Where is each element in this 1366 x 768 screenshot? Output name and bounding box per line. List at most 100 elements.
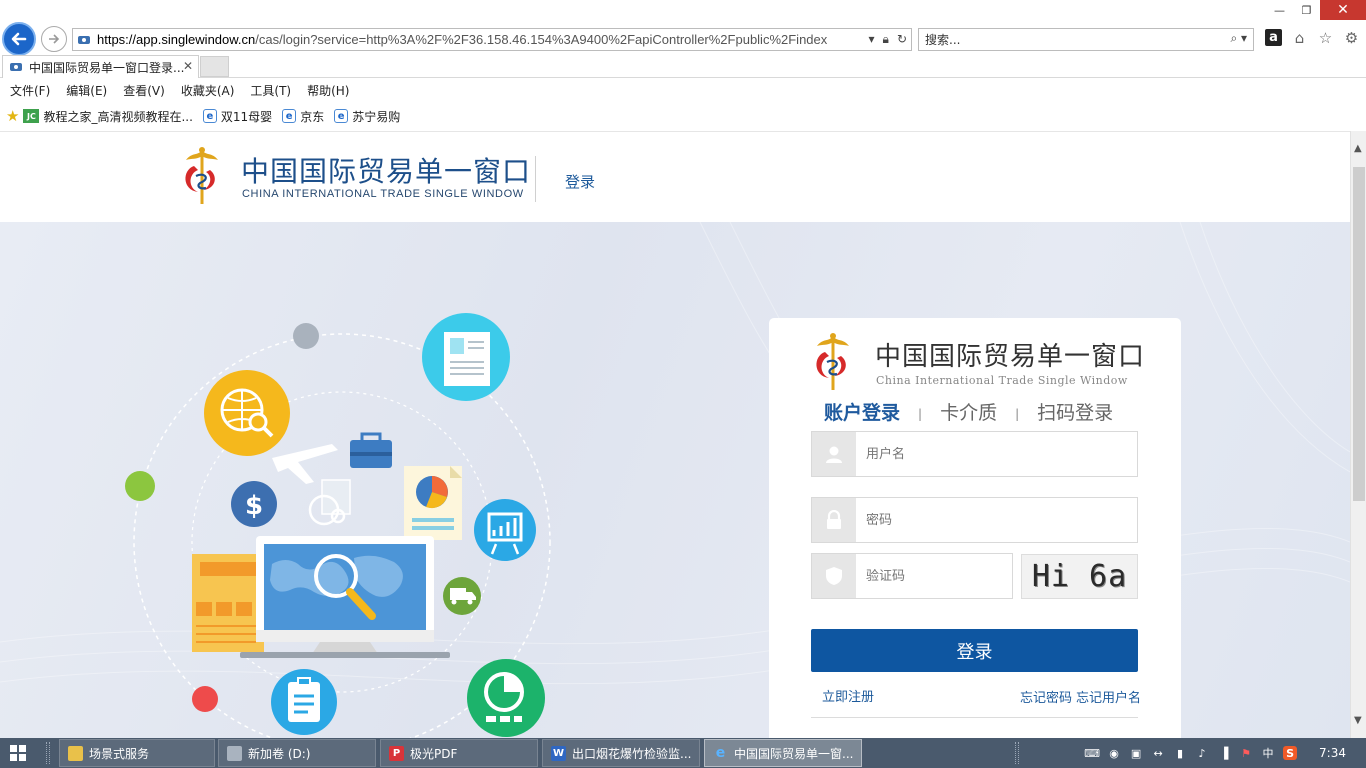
search-placeholder: 搜索... <box>925 33 961 47</box>
tab-qr-login[interactable]: 扫码登录 <box>1037 398 1113 425</box>
taskbar-grip <box>1015 742 1019 764</box>
tab-row: 中国国际贸易单一窗口登录... ✕ <box>0 55 1366 78</box>
captcha-input[interactable] <box>856 568 1006 584</box>
usb-icon[interactable]: ↔ <box>1151 746 1165 760</box>
svg-text:$: $ <box>245 491 263 521</box>
window-controls: — ❐ ✕ <box>1266 0 1366 20</box>
signal-icon[interactable]: ▐ <box>1217 746 1231 760</box>
header-login-link[interactable]: 登录 <box>565 171 595 192</box>
menu-view[interactable]: 查看(V) <box>123 82 165 99</box>
address-tools: ▾ 🔒︎ ↻ <box>869 32 907 47</box>
close-window-button[interactable]: ✕ <box>1320 0 1366 20</box>
keyboard-icon[interactable]: ⌨ <box>1084 746 1100 760</box>
shield-icon <box>812 554 856 598</box>
username-input[interactable] <box>856 446 1116 462</box>
tab-divider: | <box>1015 407 1020 421</box>
tab-account-login[interactable]: 账户登录 <box>824 398 900 425</box>
restore-button[interactable]: ❐ <box>1293 0 1320 20</box>
camera-icon[interactable]: ◉ <box>1107 746 1121 760</box>
menu-file[interactable]: 文件(F) <box>10 82 50 99</box>
favorites-star-icon[interactable]: ☆ <box>1317 29 1334 47</box>
task-word[interactable]: W 出口烟花爆竹检验监... <box>542 739 700 767</box>
arrow-left-icon <box>11 32 27 46</box>
logo-title-cn[interactable]: 中国国际贸易单一窗口 <box>241 150 531 190</box>
password-input[interactable] <box>856 512 1116 528</box>
scroll-up-icon[interactable]: ▲ <box>1354 143 1362 154</box>
scroll-down-icon[interactable]: ▼ <box>1354 715 1362 726</box>
search-box[interactable]: 搜索... ⌕ ▾ <box>918 28 1254 51</box>
home-icon[interactable]: ⌂ <box>1291 29 1308 47</box>
panel-logo-cn: 中国国际贸易单一窗口 <box>875 342 1146 372</box>
settings-gear-icon[interactable]: ⚙ <box>1343 29 1360 47</box>
address-bar[interactable]: https://app.singlewindow.cn/cas/login?se… <box>72 28 912 51</box>
jc-icon: JC <box>23 109 40 123</box>
captcha-field[interactable] <box>811 553 1013 599</box>
tab-close-icon[interactable]: ✕ <box>183 59 193 73</box>
tab-divider: | <box>918 407 923 421</box>
clock[interactable]: 7:34 <box>1319 746 1346 760</box>
menu-edit[interactable]: 编辑(E) <box>66 82 107 99</box>
arrow-right-icon <box>49 34 60 44</box>
menu-favorites[interactable]: 收藏夹(A) <box>181 82 235 99</box>
favorite-item[interactable]: e 苏宁易购 <box>334 108 400 125</box>
trade-illustration: $ <box>125 313 551 738</box>
login-panel: 中国国际贸易单一窗口 China International Trade Sin… <box>769 318 1181 738</box>
forward-button[interactable] <box>41 26 67 52</box>
flag-icon[interactable]: ⚑ <box>1239 746 1253 760</box>
favorite-item[interactable]: e 京东 <box>282 108 324 125</box>
word-icon: W <box>551 745 566 761</box>
header-divider <box>535 156 536 202</box>
favorite-label: 京东 <box>300 109 325 124</box>
search-icon[interactable]: ⌕ ▾ <box>1230 31 1247 46</box>
tab-card-login[interactable]: 卡介质 <box>940 398 997 425</box>
username-field[interactable] <box>811 431 1138 477</box>
drive-icon <box>227 745 242 761</box>
panel-divider <box>811 717 1138 718</box>
taskbar-grip <box>46 742 50 764</box>
windows-start-icon[interactable] <box>10 745 26 761</box>
new-tab-button[interactable] <box>200 56 229 77</box>
network-adapter-icon[interactable]: ▣ <box>1129 746 1143 760</box>
logo-title-en: CHINA INTERNATIONAL TRADE SINGLE WINDOW <box>242 188 524 200</box>
battery-icon[interactable]: ▮ <box>1173 746 1187 760</box>
captcha-text: Hi 6a <box>1031 559 1128 594</box>
site-favicon-icon <box>10 63 22 71</box>
menu-help[interactable]: 帮助(H) <box>307 82 349 99</box>
tab-active[interactable]: 中国国际贸易单一窗口登录... ✕ <box>2 55 199 78</box>
task-drive[interactable]: 新加卷 (D:) <box>218 739 376 767</box>
forgot-username-link[interactable]: 忘记用户名 <box>1076 687 1141 706</box>
scroll-thumb[interactable] <box>1353 167 1365 501</box>
browser-icons: a ⌂ ☆ ⚙ <box>1265 29 1360 47</box>
refresh-icon[interactable]: ↻ <box>897 32 907 47</box>
folder-icon <box>68 745 83 761</box>
back-button[interactable] <box>2 22 36 56</box>
lock-icon <box>812 498 856 542</box>
forgot-password-link[interactable]: 忘记密码 <box>1020 687 1072 706</box>
lock-icon[interactable]: 🔒︎ <box>883 32 889 47</box>
volume-icon[interactable]: ♪ <box>1195 746 1209 760</box>
pdf-icon: P <box>389 745 404 761</box>
task-pdf[interactable]: P 极光PDF <box>380 739 538 767</box>
favorite-item[interactable]: e 双11母婴 <box>202 108 272 125</box>
login-button[interactable]: 登录 <box>811 629 1138 672</box>
sogou-icon[interactable]: S <box>1283 746 1298 760</box>
menu-bar: 文件(F) 编辑(E) 查看(V) 收藏夹(A) 工具(T) 帮助(H) <box>0 79 349 101</box>
register-link[interactable]: 立即注册 <box>822 686 874 705</box>
task-ie[interactable]: e 中国国际贸易单一窗... <box>704 739 862 767</box>
favorite-item[interactable]: JC 教程之家_高清视频教程在... <box>23 108 193 125</box>
menu-tools[interactable]: 工具(T) <box>250 82 291 99</box>
address-dropdown-icon[interactable]: ▾ <box>869 32 875 47</box>
login-banner: $ 中国国际贸易单一窗口 China International Trade S… <box>0 222 1350 738</box>
task-folder[interactable]: 场景式服务 <box>59 739 215 767</box>
browser-chrome: — ❐ ✕ https://app.singlewindow.cn/cas/lo… <box>0 0 1366 131</box>
tab-title: 中国国际贸易单一窗口登录... <box>29 60 185 75</box>
favorites-add-icon[interactable]: ★ <box>6 107 19 125</box>
password-field[interactable] <box>811 497 1138 543</box>
minimize-button[interactable]: — <box>1266 0 1293 20</box>
ime-indicator[interactable]: 中 <box>1261 746 1275 760</box>
amazon-icon[interactable]: a <box>1265 29 1282 46</box>
favorite-label: 教程之家_高清视频教程在... <box>43 109 193 124</box>
captcha-image[interactable]: Hi 6a <box>1021 554 1138 599</box>
vertical-scrollbar[interactable]: ▲ ▼ <box>1350 131 1366 738</box>
login-method-tabs: 账户登录 | 卡介质 | 扫码登录 <box>824 398 1154 424</box>
